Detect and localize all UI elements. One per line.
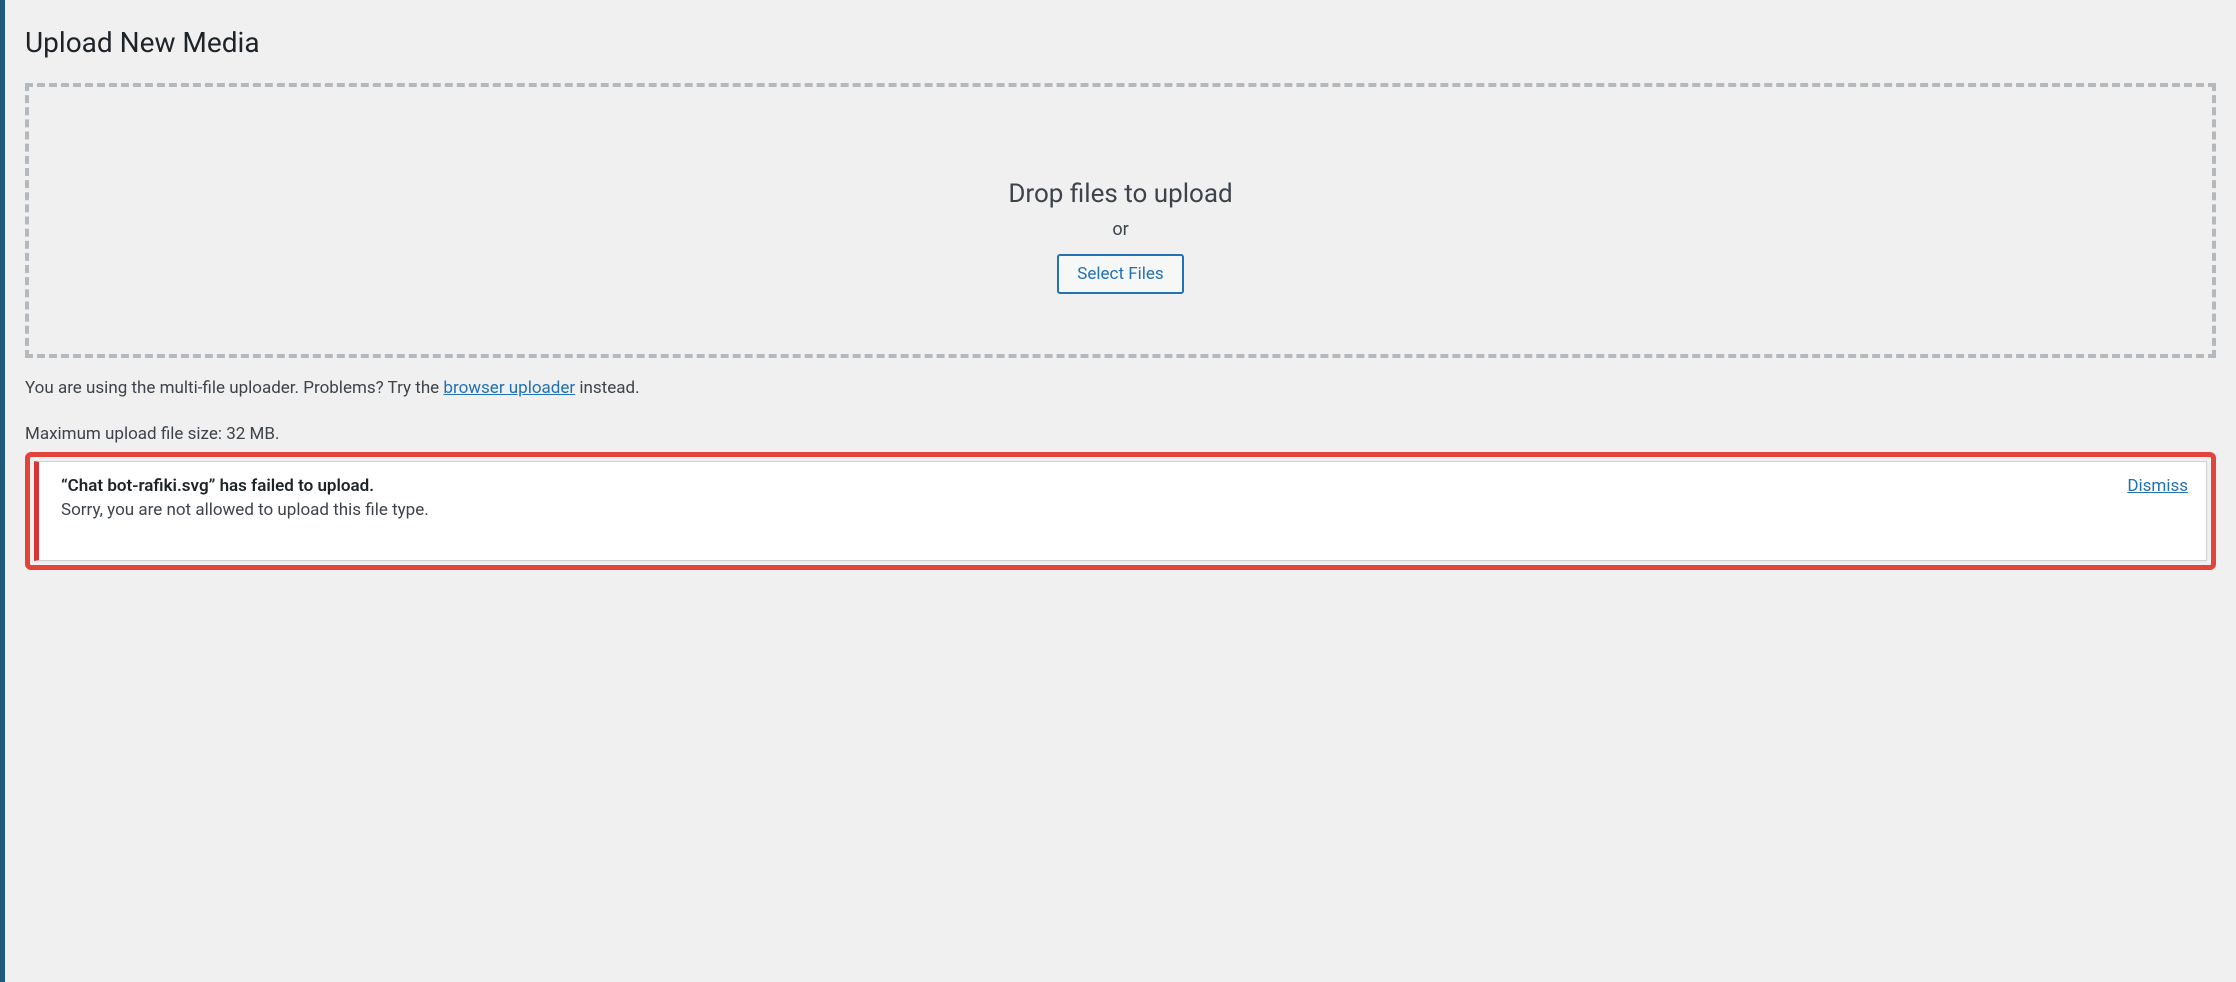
error-title: “Chat bot-rafiki.svg” has failed to uplo… [61, 476, 2107, 496]
dropzone-or-text: or [1112, 219, 1128, 240]
browser-uploader-link[interactable]: browser uploader [443, 378, 575, 398]
dismiss-link[interactable]: Dismiss [2127, 476, 2188, 496]
media-upload-page: Upload New Media Drop files to upload or… [0, 0, 2236, 982]
uploader-info-text: You are using the multi-file uploader. P… [25, 376, 2216, 402]
error-content: “Chat bot-rafiki.svg” has failed to uplo… [61, 476, 2107, 520]
dropzone-heading: Drop files to upload [1008, 179, 1232, 209]
error-detail: Sorry, you are not allowed to upload thi… [61, 500, 2107, 520]
upload-error-notice: “Chat bot-rafiki.svg” has failed to uplo… [34, 461, 2207, 561]
error-highlight-box: “Chat bot-rafiki.svg” has failed to uplo… [25, 452, 2216, 570]
info-prefix: You are using the multi-file uploader. P… [25, 378, 443, 398]
select-files-button[interactable]: Select Files [1057, 254, 1183, 294]
upload-dropzone[interactable]: Drop files to upload or Select Files [25, 83, 2216, 358]
page-title: Upload New Media [25, 26, 2216, 59]
max-upload-size-text: Maximum upload file size: 32 MB. [25, 424, 2216, 444]
info-suffix: instead. [575, 378, 639, 398]
